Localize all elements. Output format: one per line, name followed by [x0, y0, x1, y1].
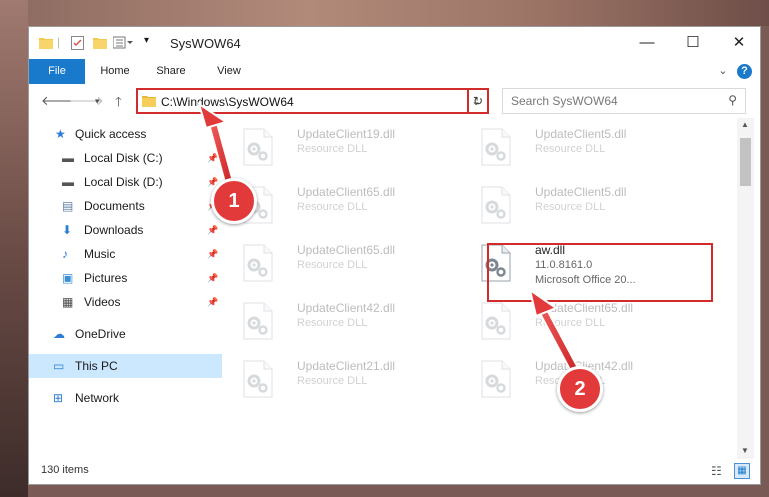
step-badge-1: 1 — [211, 178, 257, 224]
annotation-arrows — [197, 101, 585, 385]
step-badge-2: 2 — [557, 366, 603, 412]
